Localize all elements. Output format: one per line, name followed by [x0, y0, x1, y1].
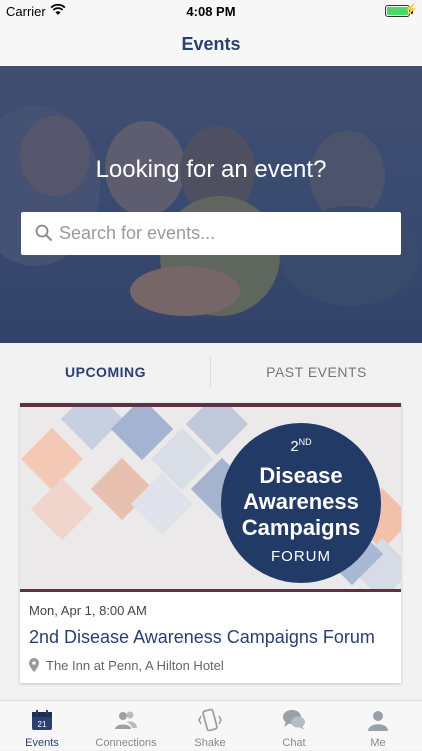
- location-pin-icon: [29, 658, 39, 672]
- tabbar-chat-label: Chat: [282, 737, 306, 749]
- page-title: Events: [181, 34, 241, 54]
- logo-ordinal-suffix: ND: [298, 437, 312, 447]
- event-banner-image: 2ND Disease Awareness Campaigns FORUM: [20, 403, 401, 592]
- clock: 4:08 PM: [186, 4, 236, 19]
- nav-bar: Events: [0, 22, 422, 66]
- charging-icon: ⚡: [404, 4, 418, 16]
- event-location-text: The Inn at Penn, A Hilton Hotel: [46, 658, 224, 673]
- event-card[interactable]: 2ND Disease Awareness Campaigns FORUM Mo…: [20, 403, 401, 683]
- bottom-tab-bar: 21 Events Connections Shake Chat Me: [0, 700, 422, 750]
- calendar-icon: 21: [32, 710, 52, 730]
- tabbar-connections[interactable]: Connections: [84, 701, 168, 751]
- logo-line-1: Disease: [259, 463, 343, 488]
- person-icon: [368, 711, 388, 731]
- tabbar-me[interactable]: Me: [336, 701, 420, 751]
- hero-banner: Looking for an event?: [0, 66, 422, 343]
- event-title[interactable]: 2nd Disease Awareness Campaigns Forum: [29, 627, 375, 648]
- event-location: The Inn at Penn, A Hilton Hotel: [29, 658, 224, 673]
- hero-title: Looking for an event?: [95, 156, 327, 183]
- logo-forum: FORUM: [271, 548, 331, 565]
- tabbar-events-label: Events: [25, 737, 59, 749]
- calendar-day: 21: [38, 720, 47, 729]
- tab-past-events[interactable]: PAST EVENTS: [211, 343, 422, 401]
- chat-bubbles-icon: [283, 710, 305, 730]
- tabbar-shake[interactable]: Shake: [168, 701, 252, 751]
- event-logo-circle: 2ND Disease Awareness Campaigns FORUM: [221, 423, 381, 583]
- search-bar[interactable]: [21, 212, 401, 255]
- tabbar-shake-label: Shake: [194, 737, 226, 749]
- tabbar-me-label: Me: [370, 737, 386, 749]
- tabbar-events[interactable]: 21 Events: [0, 701, 84, 751]
- tabbar-chat[interactable]: Chat: [252, 701, 336, 751]
- tab-upcoming[interactable]: UPCOMING: [0, 343, 211, 401]
- logo-line-3: Campaigns: [241, 515, 361, 540]
- logo-line-2: Awareness: [243, 489, 359, 514]
- people-icon: [115, 711, 137, 729]
- search-input[interactable]: [59, 212, 389, 255]
- event-date: Mon, Apr 1, 8:00 AM: [29, 603, 147, 618]
- tabbar-connections-label: Connections: [95, 737, 157, 749]
- phone-shake-icon: [198, 708, 222, 732]
- status-bar: Carrier 4:08 PM ⚡: [0, 0, 422, 22]
- logo-ordinal: 2: [290, 438, 299, 455]
- search-icon: [35, 224, 53, 242]
- event-tabs: UPCOMING PAST EVENTS: [0, 343, 422, 401]
